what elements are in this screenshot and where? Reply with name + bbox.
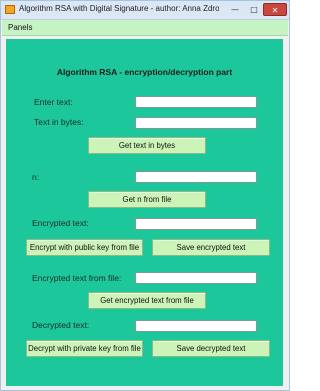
window-title: Algorithm RSA with Digital Signature - a… bbox=[19, 4, 219, 13]
encrypted-text-label: Encrypted text: bbox=[32, 218, 89, 228]
menu-panels[interactable]: Panels bbox=[8, 22, 32, 33]
close-button[interactable]: ✕ bbox=[263, 3, 287, 16]
save-encrypted-text-button[interactable]: Save encrypted text bbox=[152, 239, 270, 256]
save-decrypted-text-button[interactable]: Save decrypted text bbox=[152, 340, 270, 357]
rsa-encryption-panel: Algorithm RSA - encryption/decryption pa… bbox=[6, 39, 283, 386]
enter-text-label: Enter text: bbox=[34, 97, 73, 107]
menu-bar: Panels bbox=[2, 20, 288, 36]
encrypted-text-from-file-label: Encrypted text from file: bbox=[32, 273, 122, 283]
n-input[interactable] bbox=[135, 171, 257, 183]
decrypted-text-input[interactable] bbox=[135, 320, 257, 332]
minimize-button[interactable]: — bbox=[225, 3, 245, 16]
app-window: Algorithm RSA with Digital Signature - a… bbox=[0, 0, 290, 391]
decrypt-with-private-key-button[interactable]: Decrypt with private key from file bbox=[26, 340, 143, 357]
get-n-from-file-button[interactable]: Get n from file bbox=[88, 191, 206, 208]
text-in-bytes-label: Text in bytes: bbox=[34, 117, 84, 127]
get-text-in-bytes-button[interactable]: Get text in bytes bbox=[88, 137, 206, 154]
text-in-bytes-input[interactable] bbox=[135, 117, 257, 129]
encrypt-with-public-key-button[interactable]: Encrypt with public key from file bbox=[26, 239, 143, 256]
get-encrypted-text-from-file-button[interactable]: Get encrypted text from file bbox=[88, 292, 206, 309]
decrypted-text-label: Decrypted text: bbox=[32, 320, 90, 330]
encrypted-text-input[interactable] bbox=[135, 218, 257, 230]
maximize-button[interactable]: □ bbox=[245, 3, 263, 16]
encrypted-text-from-file-input[interactable] bbox=[135, 272, 257, 284]
panel-heading: Algorithm RSA - encryption/decryption pa… bbox=[56, 67, 233, 77]
n-label: n: bbox=[32, 172, 40, 182]
title-bar[interactable]: Algorithm RSA with Digital Signature - a… bbox=[1, 1, 289, 20]
java-app-icon bbox=[5, 5, 15, 14]
enter-text-input[interactable] bbox=[135, 96, 257, 108]
